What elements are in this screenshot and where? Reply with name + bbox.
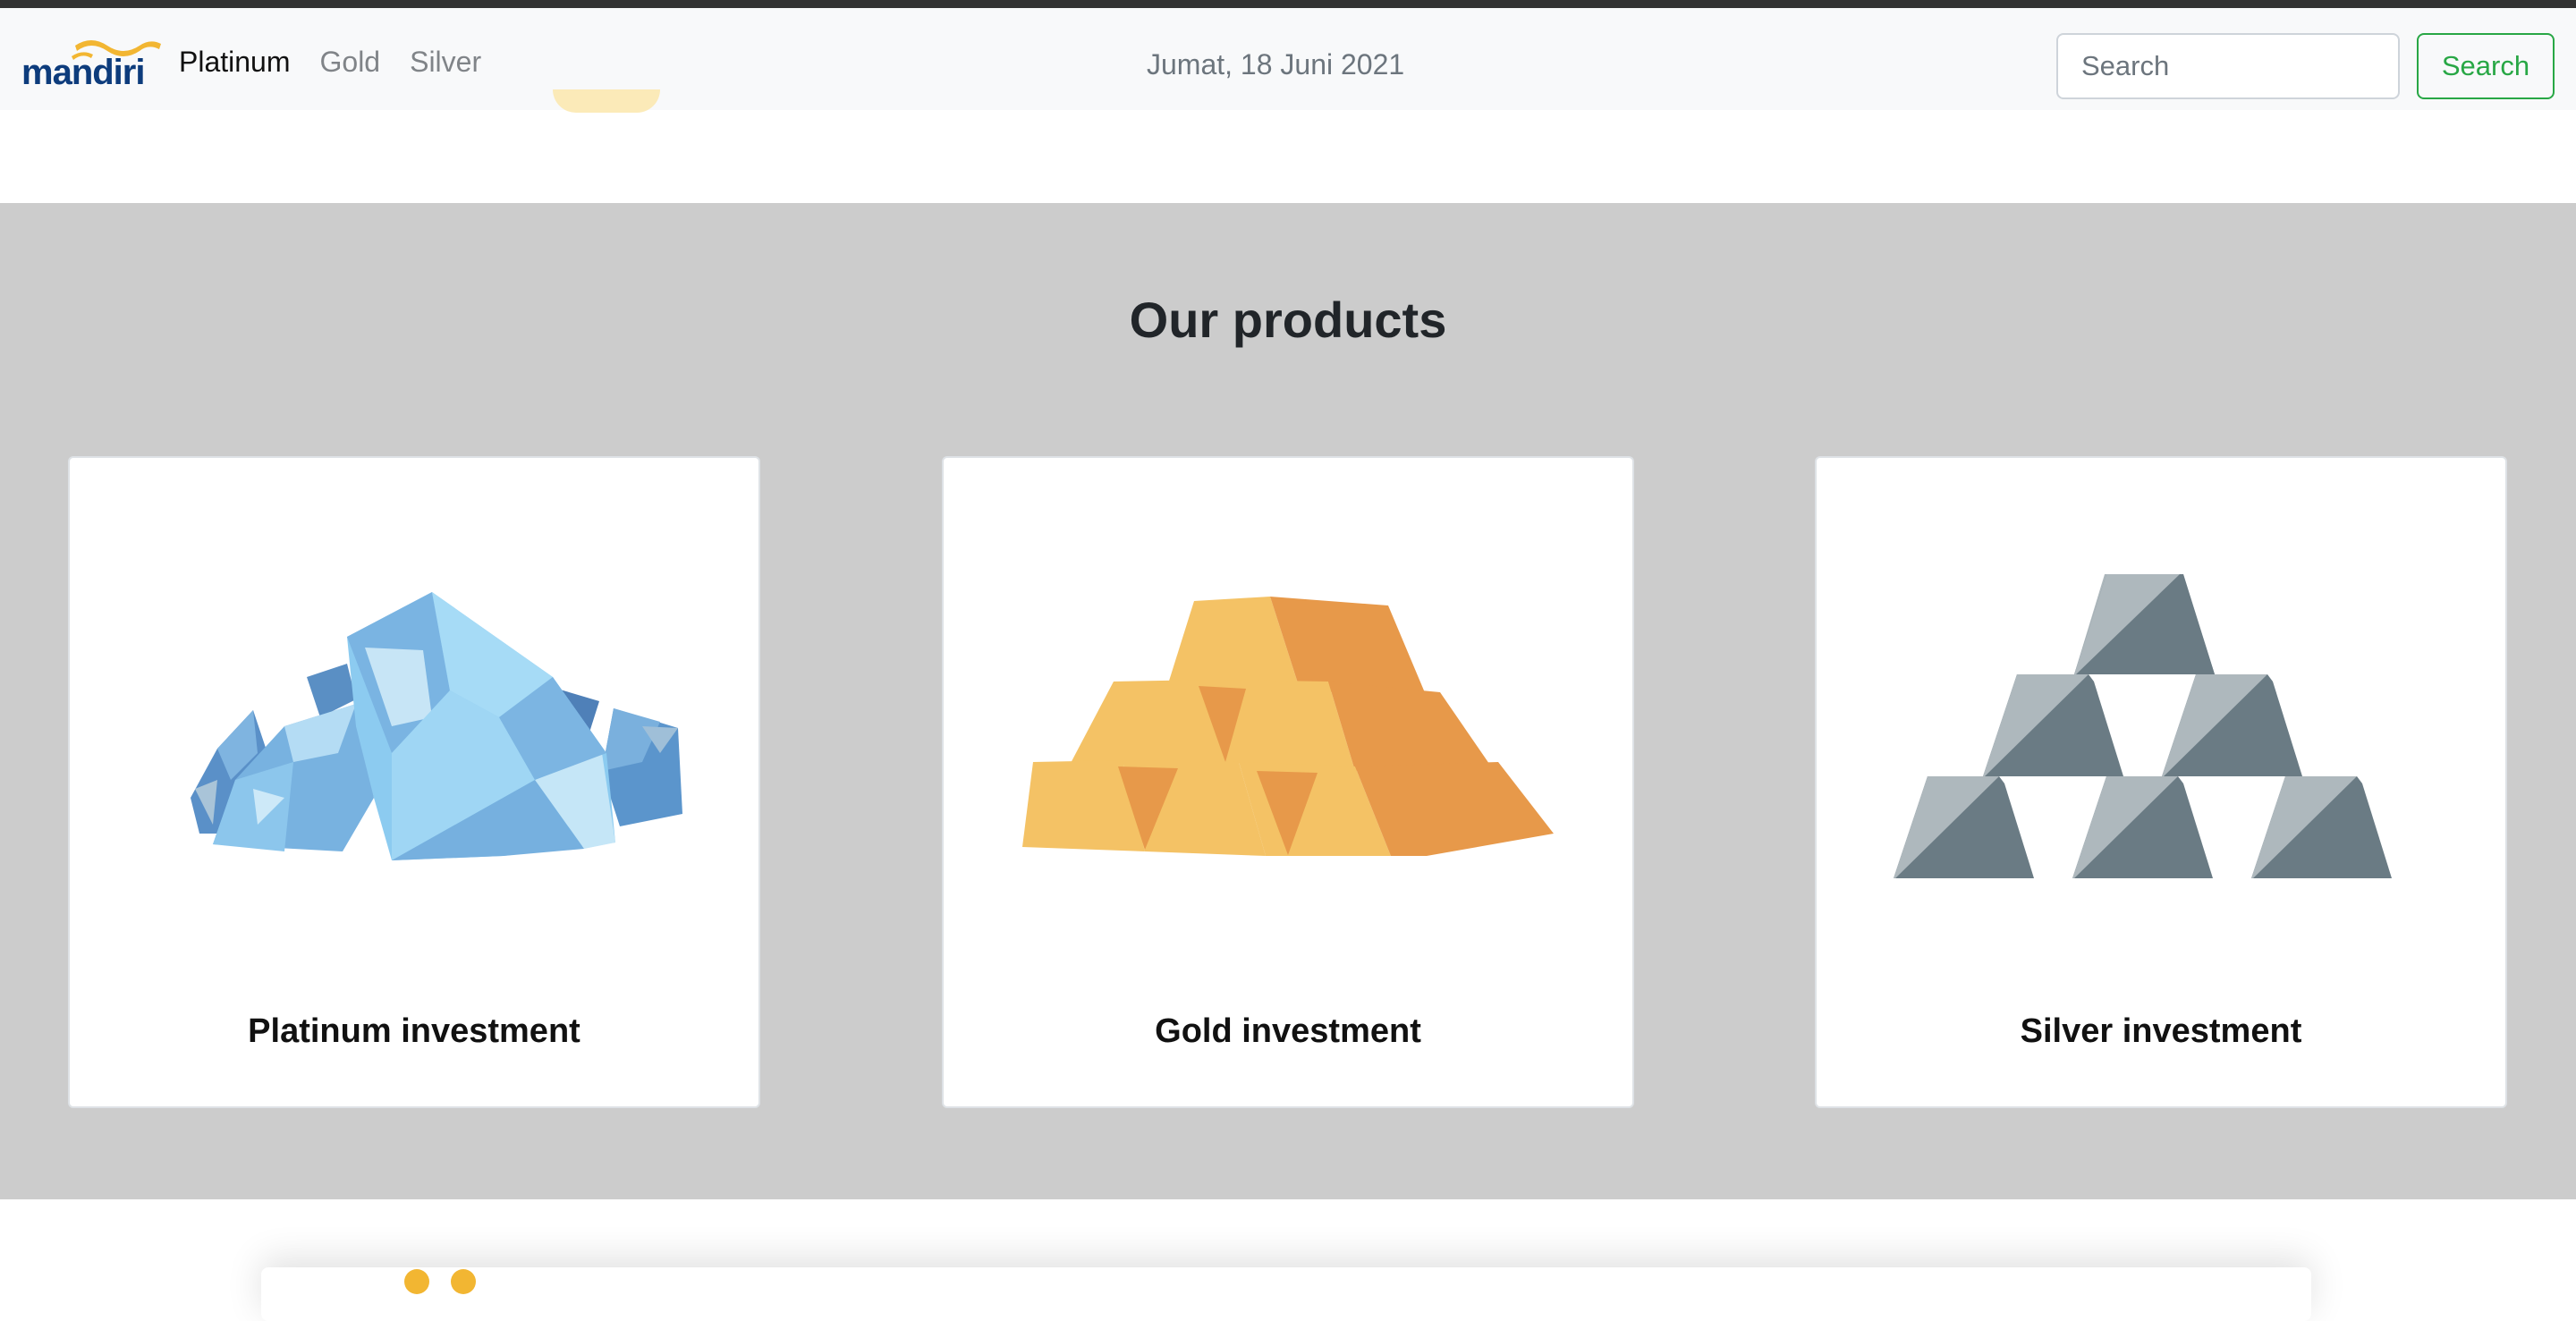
card-title-silver: Silver investment — [2020, 1012, 2302, 1050]
nav-link-platinum[interactable]: Platinum — [179, 46, 291, 79]
product-card-gold[interactable]: Gold investment — [942, 456, 1634, 1108]
browser-top-strip — [0, 0, 2576, 8]
card-title-gold: Gold investment — [1155, 1012, 1421, 1050]
search-button[interactable]: Search — [2417, 33, 2555, 99]
next-section — [0, 1199, 2576, 1321]
partial-card — [261, 1267, 2311, 1321]
nav-link-silver[interactable]: Silver — [410, 46, 481, 79]
product-card-platinum[interactable]: Platinum investment — [68, 456, 760, 1108]
product-card-silver[interactable]: Silver investment — [1815, 456, 2507, 1108]
brand-name: mandiri — [21, 53, 145, 92]
section-title: Our products — [1129, 292, 1447, 348]
current-date: Jumat, 18 Juni 2021 — [1147, 48, 1405, 80]
brand-logo[interactable]: mandiri — [20, 33, 163, 92]
search-input[interactable] — [2056, 33, 2400, 99]
card-title-platinum: Platinum investment — [248, 1012, 580, 1050]
nav-links: Platinum Gold Silver — [179, 46, 481, 79]
partial-decoration — [451, 1269, 476, 1294]
products-section: Our products Platinum investment Gold in… — [0, 203, 2576, 1199]
partial-banner-image — [553, 89, 660, 113]
nav-link-gold[interactable]: Gold — [320, 46, 381, 79]
navbar: mandiri Platinum Gold Silver Jumat, 18 J… — [0, 8, 2576, 110]
partial-decoration — [404, 1269, 429, 1294]
